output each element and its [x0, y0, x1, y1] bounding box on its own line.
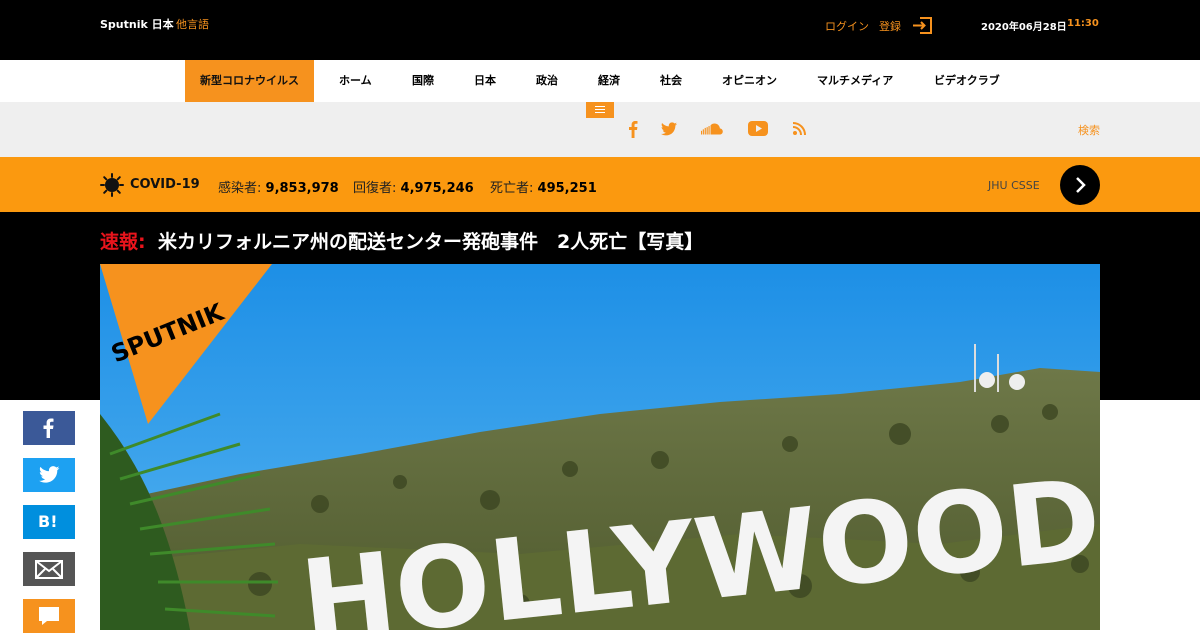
facebook-icon[interactable]	[628, 120, 638, 138]
comment-button[interactable]	[23, 599, 75, 633]
article-photo[interactable]: HOLLYWOOD SPUTNIK	[100, 264, 1100, 630]
facebook-icon	[43, 418, 54, 438]
nav-item-opinion[interactable]: オピニオン	[722, 60, 777, 102]
nav-item-society[interactable]: 社会	[660, 60, 682, 102]
register-link[interactable]: 登録	[879, 18, 901, 34]
nav-item-economy[interactable]: 経済	[598, 60, 620, 102]
twitter-share-button[interactable]	[23, 458, 75, 492]
covid-next-button[interactable]	[1060, 165, 1100, 205]
login-icon[interactable]	[912, 17, 932, 34]
main-nav: 新型コロナウイルス ホーム 国際 日本 政治 経済 社会 オピニオン マルチメデ…	[0, 60, 1200, 102]
nav-item-japan[interactable]: 日本	[474, 60, 496, 102]
hatena-bookmark-button[interactable]: B!	[23, 505, 75, 539]
chevron-right-icon	[1076, 177, 1086, 193]
nav-item-international[interactable]: 国際	[412, 60, 434, 102]
other-languages-link[interactable]: 他言語	[176, 16, 209, 32]
nav-item-coronavirus[interactable]: 新型コロナウイルス	[185, 60, 314, 102]
twitter-icon	[39, 466, 60, 483]
current-time: 11:30	[1067, 18, 1099, 29]
comment-icon	[39, 607, 59, 625]
recovered-count: 4,975,246	[400, 181, 474, 196]
hatena-label: B!	[38, 512, 58, 531]
top-bar: Sputnik 日本 他言語 ログイン 登録 2020年06月28日 11:30	[0, 0, 1200, 60]
login-link[interactable]: ログイン	[825, 18, 869, 34]
virus-icon	[100, 173, 124, 197]
youtube-icon[interactable]	[748, 121, 768, 136]
breaking-label: 速報:	[100, 231, 146, 253]
nav-item-multimedia[interactable]: マルチメディア	[817, 60, 893, 102]
email-share-button[interactable]	[23, 552, 75, 586]
search-link[interactable]: 検索	[1078, 122, 1100, 138]
nav-item-politics[interactable]: 政治	[536, 60, 558, 102]
nav-item-videoclub[interactable]: ビデオクラブ	[934, 60, 1000, 102]
sub-bar: 検索	[0, 102, 1200, 157]
data-source: JHU CSSE	[988, 179, 1040, 192]
covid-label: COVID-19	[130, 177, 200, 192]
envelope-icon	[35, 560, 63, 579]
infected-count: 9,853,978	[265, 181, 339, 196]
site-brand[interactable]: Sputnik 日本	[100, 16, 174, 32]
facebook-share-button[interactable]	[23, 411, 75, 445]
nav-item-home[interactable]: ホーム	[339, 60, 372, 102]
deaths-count: 495,251	[537, 181, 597, 196]
rss-icon[interactable]	[793, 122, 806, 135]
menu-toggle-button[interactable]	[586, 102, 614, 118]
deaths-stat: 死亡者: 495,251	[490, 181, 597, 196]
article-headline[interactable]: 米カリフォルニア州の配送センター発砲事件 2人死亡【写真】	[158, 227, 703, 254]
recovered-stat: 回復者: 4,975,246	[353, 181, 474, 196]
twitter-icon[interactable]	[661, 120, 677, 138]
infected-stat: 感染者: 9,853,978	[218, 181, 339, 196]
covid-stats-bar[interactable]: COVID-19 感染者: 9,853,978 回復者: 4,975,246 死…	[0, 157, 1200, 212]
current-date: 2020年06月28日	[981, 22, 1067, 33]
hollywood-sign-image: HOLLYWOOD SPUTNIK	[100, 264, 1100, 630]
soundcloud-icon[interactable]	[701, 120, 723, 138]
